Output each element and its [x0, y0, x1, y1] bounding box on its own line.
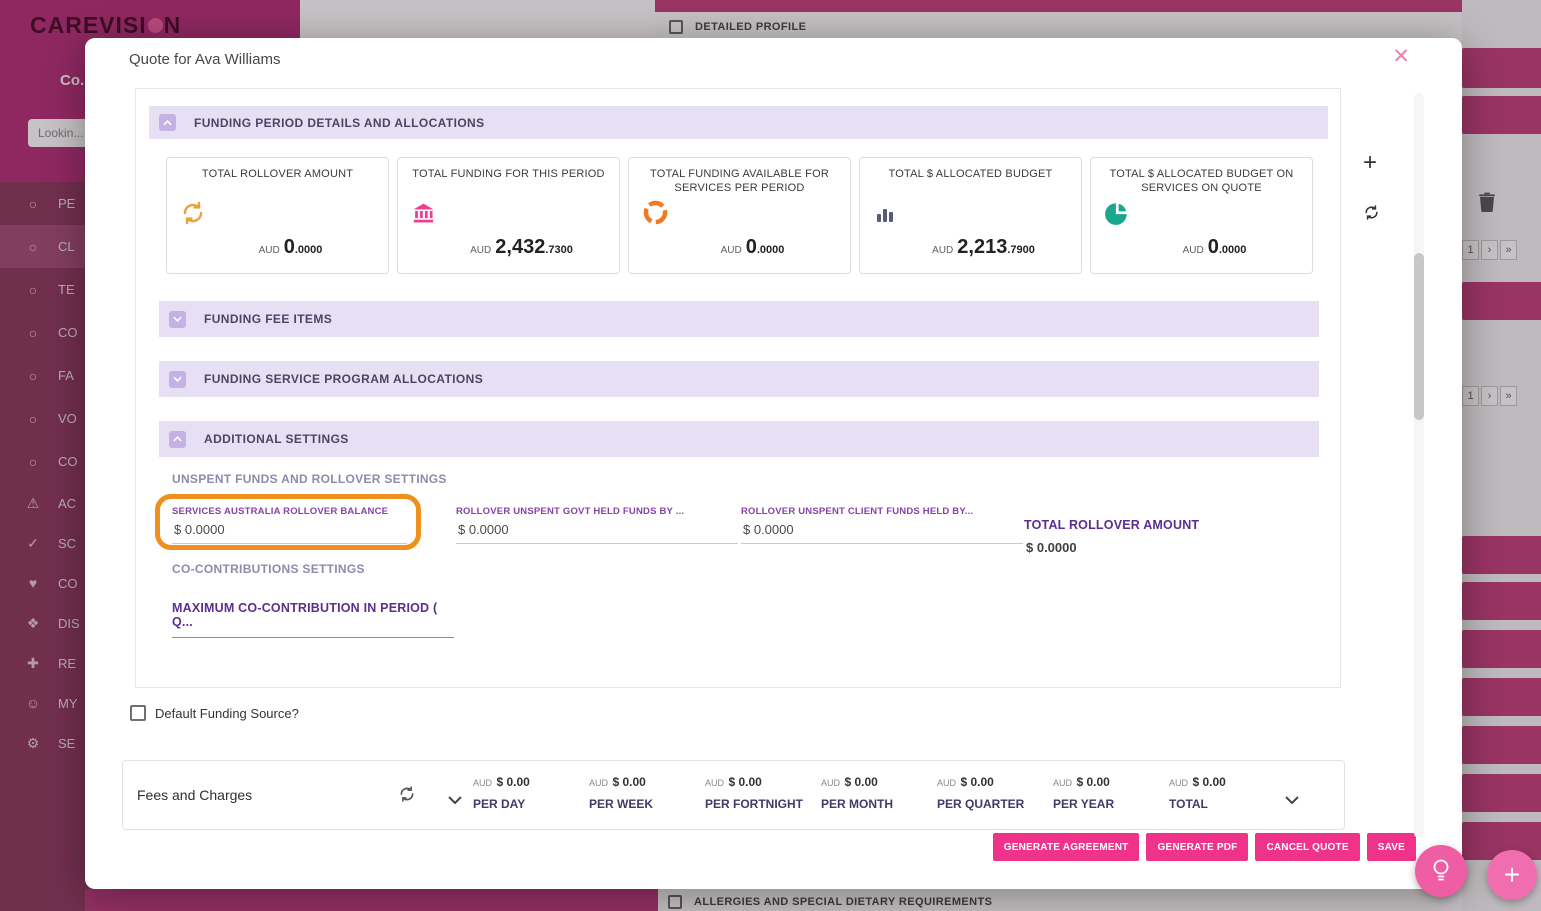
stat-card-allocated-budget: TOTAL $ ALLOCATED BUDGET AUD 2,213.7900: [859, 157, 1082, 274]
section-funding-service-program[interactable]: FUNDING SERVICE PROGRAM ALLOCATIONS: [159, 361, 1319, 397]
add-button[interactable]: +: [1487, 850, 1537, 900]
chevron-down-icon[interactable]: [448, 791, 462, 809]
field-services-australia-rollover: SERVICES AUSTRALIA ROLLOVER BALANCE $ 0.…: [172, 506, 407, 544]
bank-icon: [411, 201, 436, 231]
section-label: FUNDING SERVICE PROGRAM ALLOCATIONS: [204, 372, 484, 386]
scrollbar-track[interactable]: [1414, 93, 1424, 838]
scrollbar-thumb[interactable]: [1414, 253, 1424, 420]
fee-col-per-week: AUD $ 0.00 PER WEEK: [589, 775, 654, 811]
section-funding-fee-items[interactable]: FUNDING FEE ITEMS: [159, 301, 1319, 337]
unspent-funds-heading: UNSPENT FUNDS AND ROLLOVER SETTINGS: [172, 472, 447, 486]
collapse-down-icon: [169, 370, 186, 388]
field-label: ROLLOVER UNSPENT CLIENT FUNDS HELD BY...: [741, 506, 974, 517]
fees-title: Fees and Charges: [137, 787, 253, 803]
stat-value: AUD 2,432.7300: [470, 236, 573, 258]
collapse-up-icon: [159, 114, 176, 131]
cancel-quote-button[interactable]: CANCEL QUOTE: [1255, 833, 1360, 861]
add-funding-source-icon[interactable]: +: [1363, 151, 1377, 175]
section-label: FUNDING PERIOD DETAILS AND ALLOCATIONS: [194, 115, 485, 130]
generate-agreement-button[interactable]: GENERATE AGREEMENT: [992, 833, 1140, 861]
quote-modal: Quote for Ava Williams ✕ FUNDING PERIOD …: [85, 38, 1462, 889]
help-lightbulb-button[interactable]: [1415, 845, 1467, 897]
chevron-down-icon[interactable]: [1285, 791, 1299, 809]
total-rollover-value: $ 0.0000: [1026, 540, 1077, 555]
co-contributions-heading: CO-CONTRIBUTIONS SETTINGS: [172, 562, 365, 576]
field-label: SERVICES AUSTRALIA ROLLOVER BALANCE: [172, 506, 389, 517]
fee-col-per-quarter: AUD $ 0.00 PER QUARTER: [937, 775, 1025, 811]
stat-card-total-funding-period: TOTAL FUNDING FOR THIS PERIOD AUD 2,432.7…: [397, 157, 620, 274]
bar-chart-icon: [873, 202, 897, 231]
section-funding-period-details[interactable]: FUNDING PERIOD DETAILS AND ALLOCATIONS: [149, 106, 1328, 139]
stat-card-funding-available: TOTAL FUNDING AVAILABLE FOR SERVICES PER…: [628, 157, 851, 274]
modal-footer: GENERATE AGREEMENT GENERATE PDF CANCEL Q…: [992, 833, 1416, 861]
total-rollover-amount: TOTAL ROLLOVER AMOUNT $ 0.0000: [1024, 518, 1199, 555]
rollover-client-funds-input[interactable]: $ 0.0000: [741, 517, 1023, 544]
funding-source-panel: FUNDING PERIOD DETAILS AND ALLOCATIONS T…: [135, 88, 1341, 688]
section-label: ADDITIONAL SETTINGS: [204, 432, 349, 446]
total-rollover-label: TOTAL ROLLOVER AMOUNT: [1024, 518, 1200, 532]
stat-value: AUD 0.0000: [258, 236, 323, 258]
stat-title: TOTAL FUNDING AVAILABLE FOR SERVICES PER…: [650, 168, 829, 194]
fee-col-per-fortnight: AUD $ 0.00 PER FORTNIGHT: [705, 775, 803, 811]
fee-col-total: AUD $ 0.00 TOTAL: [1169, 775, 1226, 811]
fee-col-per-month: AUD $ 0.00 PER MONTH: [821, 775, 893, 811]
fees-and-charges-panel: Fees and Charges AUD $ 0.00 PER DAY AUD …: [122, 760, 1345, 830]
stat-value: AUD 0.0000: [1182, 236, 1247, 258]
default-funding-source-row[interactable]: Default Funding Source?: [130, 705, 299, 721]
field-rollover-govt-funds: ROLLOVER UNSPENT GOVT HELD FUNDS BY ... …: [456, 506, 738, 544]
fees-summary-columns: AUD $ 0.00 PER DAY AUD $ 0.00 PER WEEK A…: [473, 773, 1285, 811]
max-co-contribution-input[interactable]: MAXIMUM CO-CONTRIBUTION IN PERIOD ( Q...: [172, 601, 454, 638]
stat-title: TOTAL $ ALLOCATED BUDGET ON SERVICES ON …: [1109, 168, 1294, 194]
stat-title: TOTAL $ ALLOCATED BUDGET: [888, 168, 1053, 180]
generate-pdf-button[interactable]: GENERATE PDF: [1146, 833, 1249, 861]
section-additional-settings[interactable]: ADDITIONAL SETTINGS: [159, 421, 1319, 457]
rollover-govt-funds-input[interactable]: $ 0.0000: [456, 517, 738, 544]
screen: CAREVISI N Co... Lookin... ○ PE ○ CL ○ TE ○ C…: [0, 0, 1541, 911]
close-icon[interactable]: ✕: [1392, 46, 1410, 67]
stat-title: TOTAL ROLLOVER AMOUNT: [201, 168, 354, 180]
collapse-down-icon: [169, 310, 186, 328]
section-label: FUNDING FEE ITEMS: [204, 312, 333, 326]
default-funding-label: Default Funding Source?: [155, 705, 299, 721]
pie-chart-icon: [1104, 200, 1130, 231]
fee-col-per-year: AUD $ 0.00 PER YEAR: [1053, 775, 1115, 811]
funding-stat-cards: TOTAL ROLLOVER AMOUNT AUD 0.0000 TOTAL FU…: [166, 157, 1313, 274]
stat-value: AUD 2,213.7900: [932, 236, 1035, 258]
fee-col-per-day: AUD $ 0.00 PER DAY: [473, 775, 530, 811]
refresh-icon[interactable]: [398, 785, 416, 808]
field-label: ROLLOVER UNSPENT GOVT HELD FUNDS BY ...: [456, 506, 685, 517]
services-australia-rollover-input[interactable]: $ 0.0000: [172, 517, 407, 544]
rollover-sync-icon: [180, 200, 206, 231]
donut-circle-icon: [642, 199, 669, 231]
stat-title: TOTAL FUNDING FOR THIS PERIOD: [412, 168, 605, 180]
stat-card-allocated-on-quote: TOTAL $ ALLOCATED BUDGET ON SERVICES ON …: [1090, 157, 1313, 274]
save-button[interactable]: SAVE: [1366, 833, 1416, 861]
stat-card-total-rollover: TOTAL ROLLOVER AMOUNT AUD 0.0000: [166, 157, 389, 274]
field-rollover-client-funds: ROLLOVER UNSPENT CLIENT FUNDS HELD BY...…: [741, 506, 1023, 544]
refresh-icon[interactable]: [1363, 204, 1380, 226]
stat-value: AUD 0.0000: [720, 236, 785, 258]
collapse-up-icon: [169, 430, 186, 448]
default-funding-checkbox[interactable]: [130, 705, 146, 721]
modal-title: Quote for Ava Williams: [129, 51, 281, 68]
